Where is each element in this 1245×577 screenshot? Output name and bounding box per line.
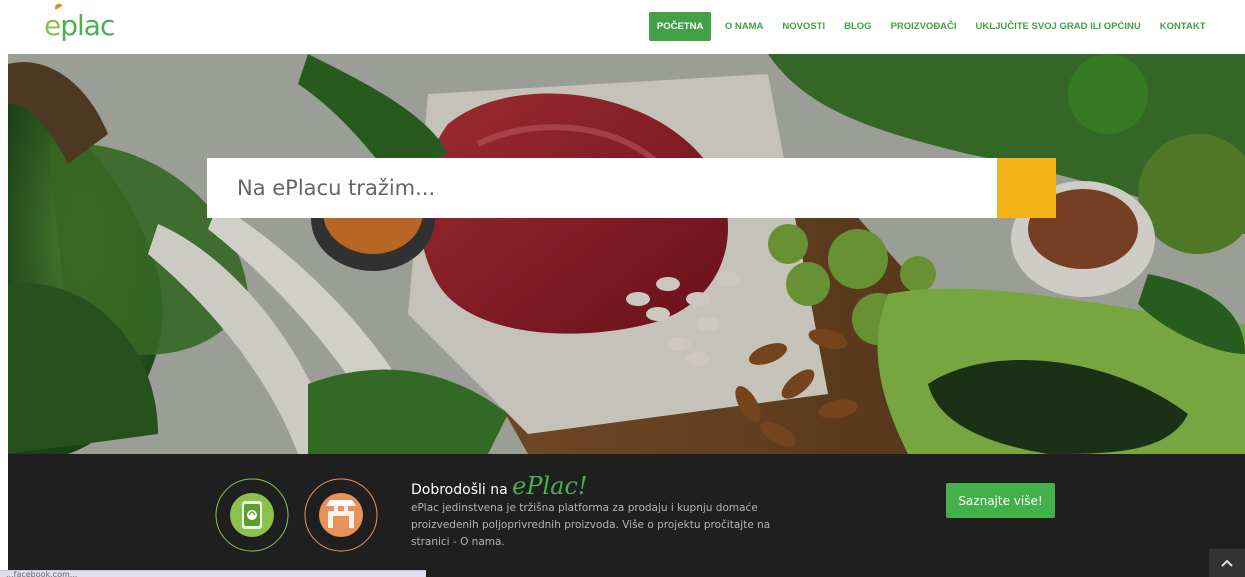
search-bar [207, 158, 1056, 218]
hero-food-illustration [8, 54, 1245, 454]
nav-ukljucite-grad[interactable]: UKLJUČITE SVOJ GRAD ILI OPĆINU [966, 12, 1150, 41]
welcome-description: ePlac jedinstvena je tržišna platforma z… [411, 502, 771, 548]
learn-more-button[interactable]: Saznajte više! [946, 483, 1055, 518]
welcome-heading: Dobrodošli na ePlac! [411, 472, 588, 500]
main-nav: POČETNA O NAMA NOVOSTI BLOG PROIZVOĐAČI … [648, 12, 1215, 41]
nav-proizvodaci[interactable]: PROIZVOĐAČI [881, 12, 966, 41]
nav-kontakt[interactable]: KONTAKT [1150, 12, 1215, 41]
trade-badge [304, 478, 378, 552]
search-input[interactable] [207, 158, 997, 218]
welcome-prefix: Dobrodošli na [411, 482, 513, 498]
nav-novosti[interactable]: NOVOSTI [773, 12, 835, 41]
producers-badge-graphic [215, 478, 289, 552]
search-icon [208, 159, 226, 177]
search-button[interactable] [208, 158, 1056, 218]
nav-pocetna[interactable]: POČETNA [648, 12, 712, 41]
welcome-band: Dobrodošli na ePlac! ePlac jedinstvena j… [8, 454, 1245, 577]
trade-badge-graphic [304, 478, 378, 552]
hero-banner [8, 54, 1245, 454]
chevron-up-icon [1221, 559, 1233, 567]
logo-text-rest: plac [60, 9, 115, 42]
nav-blog[interactable]: BLOG [835, 12, 881, 41]
browser-status-bar: ...facebook.com... [0, 570, 426, 577]
producers-badge [215, 478, 289, 552]
logo-text-e: e [44, 9, 61, 42]
header: eplac POČETNA O NAMA NOVOSTI BLOG PROIZV… [0, 0, 1245, 54]
eplac-logo[interactable]: eplac [44, 2, 115, 46]
nav-o-nama[interactable]: O NAMA [715, 12, 773, 41]
scroll-to-top-button[interactable] [1209, 549, 1245, 577]
welcome-brand: ePlac! [512, 472, 588, 500]
